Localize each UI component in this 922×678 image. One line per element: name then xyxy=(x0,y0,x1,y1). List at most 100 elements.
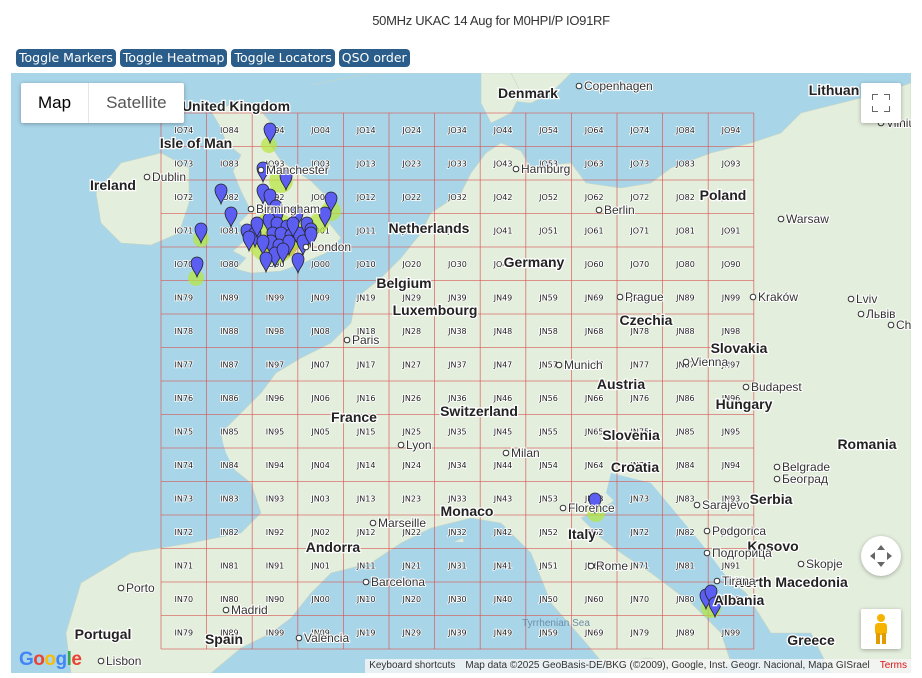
city-dot xyxy=(847,295,855,303)
locator-label: IN72 xyxy=(175,528,194,537)
city-label: Copenhagen xyxy=(584,79,653,93)
city-label: Milan xyxy=(511,446,540,460)
locator-label: JN48 xyxy=(493,327,513,336)
locator-label: JN85 xyxy=(675,427,695,436)
city-dot xyxy=(247,205,255,213)
country-label: Greece xyxy=(787,632,835,648)
locator-label: JO32 xyxy=(447,193,467,202)
fullscreen-button[interactable] xyxy=(861,83,901,123)
locator-label: IN73 xyxy=(175,494,194,503)
google-logo-letter: G xyxy=(19,649,34,670)
country-label: Hungary xyxy=(716,396,773,412)
locator-label: IO74 xyxy=(174,126,193,135)
locator-label: JN44 xyxy=(493,461,513,470)
locator-label: JN10 xyxy=(356,595,376,604)
city-label: Manchester xyxy=(266,163,329,177)
map-canvas[interactable]: IO74IO84IO94JO04JO14JO24JO34JO44JO54JO64… xyxy=(11,73,911,673)
locator-label: JN60 xyxy=(584,595,604,604)
locator-label: JN76 xyxy=(630,394,650,403)
pegman-icon xyxy=(875,614,887,644)
camera-control-button[interactable] xyxy=(861,536,901,576)
map-type-map-button[interactable]: Map xyxy=(21,83,88,123)
locator-label: JN02 xyxy=(310,528,330,537)
locator-label: IN77 xyxy=(175,360,194,369)
locator-label: JO64 xyxy=(584,126,604,135)
city-label: Подгорица xyxy=(712,546,772,560)
locator-label: JN24 xyxy=(402,461,422,470)
locator-label: JN65 xyxy=(584,427,604,436)
locator-label: JN58 xyxy=(538,327,558,336)
locator-label: IN76 xyxy=(175,394,194,403)
locator-label: IN96 xyxy=(266,394,285,403)
locator-label: JO41 xyxy=(493,226,513,235)
locator-label: JN39 xyxy=(447,628,467,637)
locator-label: JO74 xyxy=(629,126,649,135)
locator-label: JN81 xyxy=(675,561,695,570)
locator-label: JO62 xyxy=(584,193,604,202)
locator-label: JO61 xyxy=(584,226,604,235)
locator-label: IO70 xyxy=(174,260,193,269)
toggle-locators-button[interactable]: Toggle Locators xyxy=(231,49,335,67)
city-label: Birmingham xyxy=(256,202,320,216)
locator-label: JN19 xyxy=(356,628,376,637)
keyboard-shortcuts-link[interactable]: Keyboard shortcuts xyxy=(369,659,455,673)
locator-label: JO90 xyxy=(721,260,741,269)
toggle-heatmap-button[interactable]: Toggle Heatmap xyxy=(119,49,228,67)
city-dot xyxy=(777,215,785,223)
locator-label: JN31 xyxy=(447,561,467,570)
city-dot xyxy=(616,293,624,301)
city-dot xyxy=(797,560,805,568)
city-label: Marseille xyxy=(378,516,426,530)
locator-label: JO04 xyxy=(310,126,330,135)
terms-link[interactable]: Terms xyxy=(880,659,907,673)
locator-label: IN82 xyxy=(220,528,239,537)
qso-marker[interactable] xyxy=(291,252,305,275)
city-dot xyxy=(362,578,370,586)
country-label: Italy xyxy=(568,526,596,542)
locator-label: IN91 xyxy=(266,561,285,570)
locator-label: JN07 xyxy=(310,360,330,369)
locator-label: JN34 xyxy=(447,461,467,470)
city-dot xyxy=(343,336,351,344)
city-label: Kraków xyxy=(758,290,798,304)
city-dot xyxy=(887,321,895,329)
locator-label: JN88 xyxy=(675,327,695,336)
locator-label: JN32 xyxy=(447,528,467,537)
locator-label: IN70 xyxy=(175,595,194,604)
qso-order-button[interactable]: QSO order xyxy=(338,49,410,67)
locator-label: IN92 xyxy=(266,528,285,537)
country-label: Germany xyxy=(504,254,565,270)
locator-label: JN59 xyxy=(538,628,558,637)
toggle-markers-button[interactable]: Toggle Markers xyxy=(16,49,116,67)
locator-label: JN56 xyxy=(538,394,558,403)
locator-label: IN94 xyxy=(266,461,285,470)
locator-label: JN30 xyxy=(447,595,467,604)
locator-label: JO33 xyxy=(447,159,467,168)
city-label: Львів xyxy=(866,307,896,321)
locator-label: JN28 xyxy=(402,327,422,336)
locator-label: IN97 xyxy=(266,360,285,369)
map-type-satellite-button[interactable]: Satellite xyxy=(88,83,183,123)
locator-label: JN29 xyxy=(402,293,422,302)
qso-marker[interactable] xyxy=(224,206,238,229)
locator-label: IN99 xyxy=(266,293,285,302)
city-dot xyxy=(693,501,701,509)
google-logo: Google xyxy=(19,649,82,671)
locator-label: JN25 xyxy=(402,427,422,436)
locator-label: JN37 xyxy=(447,360,467,369)
city-dot xyxy=(295,634,303,642)
locator-label: JN33 xyxy=(447,494,467,503)
locator-label: JO70 xyxy=(629,260,649,269)
locator-label: JN15 xyxy=(356,427,376,436)
locator-label: JO84 xyxy=(675,126,695,135)
country-label: Slovakia xyxy=(711,340,768,356)
locator-label: JO11 xyxy=(356,226,376,235)
locator-label: IN87 xyxy=(220,360,239,369)
locator-label: JO22 xyxy=(401,193,421,202)
street-view-pegman-button[interactable] xyxy=(861,609,901,649)
country-label: Spain xyxy=(205,631,243,647)
city-dot xyxy=(575,82,583,90)
locator-label: JN08 xyxy=(310,327,330,336)
sea-label: Tyrrhenian Sea xyxy=(522,618,590,629)
city-dot xyxy=(302,243,310,251)
